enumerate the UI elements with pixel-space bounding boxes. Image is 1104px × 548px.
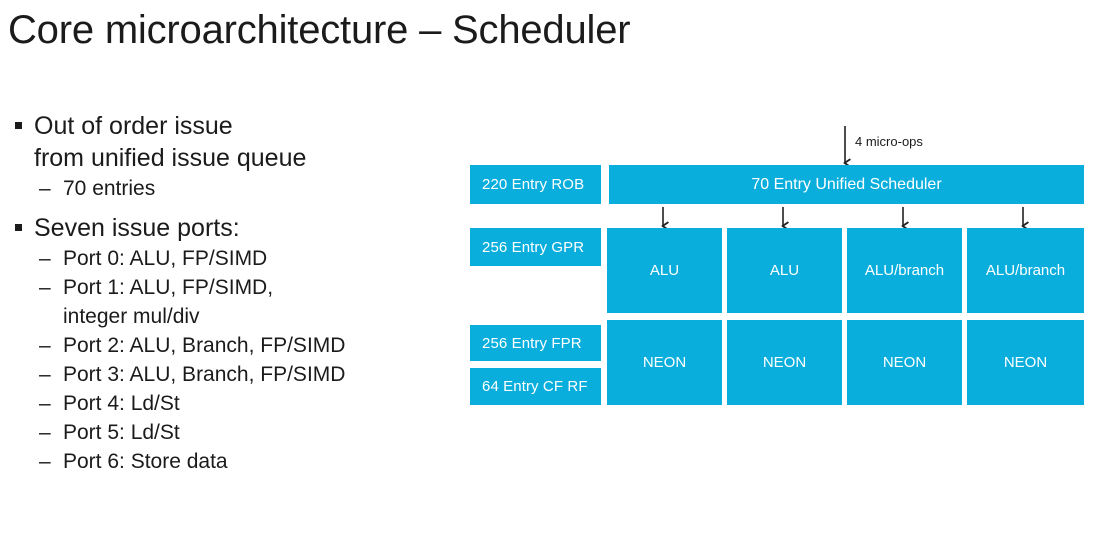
alu-unit-1: ALU [727,228,842,313]
square-bullet-icon [15,224,22,231]
neon-unit-3: NEON [967,320,1084,405]
sub-bullet-port-6: – Port 6: Store data [8,447,448,476]
bullet-line-1: Out of order issue [34,112,233,140]
unified-scheduler-bar: 70 Entry Unified Scheduler [609,165,1084,204]
sub-bullet-label: Port 4: Ld/St [63,392,180,415]
dash-bullet-icon: – [39,247,51,270]
sub-bullet-label-continued: integer mul/div [63,305,200,328]
square-bullet-icon [15,122,22,129]
dash-bullet-icon: – [39,363,51,386]
sub-bullet-port-3: – Port 3: ALU, Branch, FP/SIMD [8,360,448,389]
neon-unit-0: NEON [607,320,722,405]
dash-bullet-icon: – [39,392,51,415]
dash-bullet-icon: – [39,421,51,444]
bullet-line-2: from unified issue queue [34,144,307,172]
bullet-list: Out of order issue from unified issue qu… [8,110,448,476]
sub-bullet-label: Port 6: Store data [63,450,228,473]
alu-unit-0: ALU [607,228,722,313]
sub-bullet-label: Port 2: ALU, Branch, FP/SIMD [63,334,346,357]
sub-bullet-port-2: – Port 2: ALU, Branch, FP/SIMD [8,331,448,360]
alu-branch-unit-2: ALU/branch [847,228,962,313]
page-title: Core microarchitecture – Scheduler [8,8,631,52]
label-box-cf-rf: 64 Entry CF RF [470,368,601,405]
dash-bullet-icon: – [39,177,51,200]
sub-bullet-label: Port 5: Ld/St [63,421,180,444]
bullet-line-1: Seven issue ports: [34,214,240,242]
dash-bullet-icon: – [39,276,51,299]
micro-ops-caption: 4 micro-ops [855,134,923,149]
sub-bullet-port-4: – Port 4: Ld/St [8,389,448,418]
sub-bullet-port-5: – Port 5: Ld/St [8,418,448,447]
sub-bullet-label: Port 1: ALU, FP/SIMD, [63,276,274,299]
dash-bullet-icon: – [39,450,51,473]
dash-bullet-icon: – [39,334,51,357]
sub-bullet-label: 70 entries [63,177,156,200]
sub-bullet-label: Port 0: ALU, FP/SIMD [63,247,268,270]
sub-bullet-70-entries: – 70 entries [8,174,448,203]
label-box-rob: 220 Entry ROB [470,165,601,204]
label-box-gpr: 256 Entry GPR [470,228,601,266]
sub-bullet-port-0: – Port 0: ALU, FP/SIMD [8,244,448,273]
neon-unit-1: NEON [727,320,842,405]
bullet-out-of-order-issue: Out of order issue from unified issue qu… [8,110,448,174]
bullet-seven-issue-ports: Seven issue ports: [8,212,448,244]
alu-branch-unit-3: ALU/branch [967,228,1084,313]
label-box-fpr: 256 Entry FPR [470,325,601,361]
sub-bullet-label: Port 3: ALU, Branch, FP/SIMD [63,363,346,386]
sub-bullet-port-1: – Port 1: ALU, FP/SIMD, integer mul/div [8,273,448,331]
neon-unit-2: NEON [847,320,962,405]
